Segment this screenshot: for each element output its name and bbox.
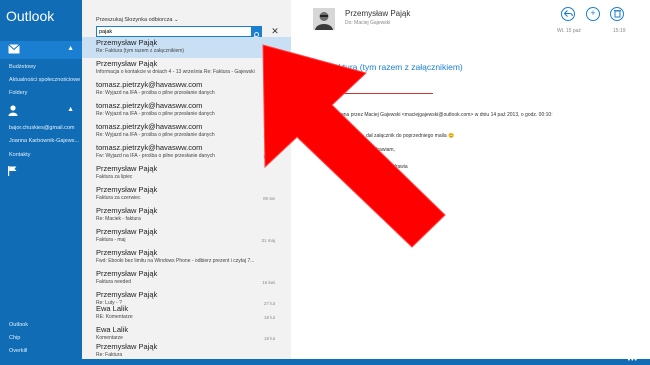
trash-icon	[613, 10, 621, 18]
delete-button[interactable]	[610, 7, 624, 21]
list-item[interactable]: tomasz.pietrzyk@havasww.com Fw: Wyjazd n…	[82, 142, 291, 163]
message-subject: Re: Wyjazd na IFA - prośba o pilne przes…	[96, 90, 215, 96]
reading-pane: Przemysław Pająk Do: Maciej Gajewski Wt.…	[291, 0, 650, 365]
list-item[interactable]: Przemysław Pająk Faktura - maj 31 maj	[82, 226, 291, 247]
list-item[interactable]: Przemysław Pająk Informacja o kontakcie …	[82, 58, 291, 79]
reply-icon	[563, 10, 573, 17]
message-date: 31 maj	[261, 238, 275, 243]
list-item[interactable]: tomasz.pietrzyk@havasww.com Re: Wyjazd n…	[82, 79, 291, 100]
mail-icon	[8, 44, 20, 54]
message-subject: Re: Maciek - faktura	[96, 216, 141, 222]
list-item[interactable]: tomasz.pietrzyk@havasww.com Re: Wyjazd n…	[82, 121, 291, 142]
message-sender: Ewa Lalik	[96, 304, 129, 313]
message-body-line: Maciej	[366, 153, 381, 159]
message-sender: Przemysław Pająk	[96, 248, 158, 257]
message-subject: Re: Wyjazd na IFA - prośba o pilne przes…	[96, 132, 215, 138]
message-subject-title: Re: Faktura (tym razem z załącznikiem)	[313, 62, 463, 72]
new-message-button[interactable]: +	[586, 7, 600, 21]
message-subject: Fwd: Ebooki bez limitu na Windows Phone …	[96, 258, 255, 264]
message-sender: Przemysław Pająk	[96, 185, 158, 194]
respond-button[interactable]	[561, 7, 575, 21]
message-subject: Faktura needed	[96, 279, 132, 285]
more-options-icon[interactable]: •••	[628, 357, 638, 364]
message-time: 15:19	[613, 28, 626, 34]
nav-item-social-updates[interactable]: Aktualności społecznościowe	[9, 77, 80, 83]
message-sender: Przemysław Pająk	[96, 269, 158, 278]
message-sender: Przemysław Pająk	[96, 59, 158, 68]
message-sender: tomasz.pietrzyk@havasww.com	[96, 143, 203, 152]
outlook-app-window: Outlook ▲ Budżetowy Aktualności społeczn…	[0, 0, 650, 365]
message-subject: Re: Wyjazd na IFA - prośba o pilne przes…	[96, 111, 215, 117]
message-sender: Przemysław Pająk	[96, 290, 158, 299]
app-bar[interactable]: •••	[0, 357, 650, 365]
list-item[interactable]: Przemysław Pająk Faktura needed 16 kwi	[82, 268, 291, 289]
list-item[interactable]: Przemysław Pająk Re: Maciek - faktura	[82, 205, 291, 226]
message-list-pane: Przeszukaj Skrzynka odbiorcza ⌄ ✕ Przemy…	[82, 0, 291, 365]
nav-bottom-chip[interactable]: Chip	[9, 335, 20, 341]
message-sender: tomasz.pietrzyk@havasww.com	[96, 122, 203, 131]
flag-icon[interactable]	[8, 166, 17, 176]
message-date: 18 lut	[263, 315, 275, 320]
person-photo-icon	[313, 8, 335, 30]
list-item[interactable]: Przemysław Pająk Faktura za czerwiec 09 …	[82, 184, 291, 205]
list-item[interactable]: Przemysław Pająk Fwd: Ebooki bez limitu …	[82, 247, 291, 268]
people-section-header[interactable]: ▲	[0, 102, 82, 120]
message-body-line: Proszę wykonana,	[313, 80, 354, 86]
collapse-chevron-icon[interactable]: ▲	[67, 45, 74, 52]
account-joanna[interactable]: Joanna Karbownik-Gajews...	[9, 138, 79, 144]
message-date: 26 sie	[262, 91, 275, 96]
message-sender: Przemysław Pająk	[96, 342, 158, 351]
list-item[interactable]: tomasz.pietrzyk@havasww.com Re: Wyjazd n…	[82, 100, 291, 121]
plus-icon: +	[590, 8, 596, 18]
collapse-chevron-icon[interactable]: ▲	[67, 106, 74, 113]
message-date: 16 kwi	[262, 280, 275, 285]
message-subject: Fw: Wyjazd na IFA - prośba o pilne przes…	[96, 153, 215, 159]
message-recipient: Do: Maciej Gajewski	[345, 20, 391, 26]
list-item[interactable]: Przemysław Pająk Re: Faktura (tym razem …	[82, 37, 291, 58]
message-body-line: dał załącznik do poprzedniego maila 😊	[366, 133, 455, 139]
message-subject: Faktura za czerwiec	[96, 195, 141, 201]
message-date: 14 sie	[262, 133, 275, 138]
mail-section-header[interactable]: ▲	[0, 41, 82, 59]
account-gmail[interactable]: bajor.chuskies@gmail.com	[9, 125, 75, 131]
message-date: 14 sie	[262, 112, 275, 117]
message-date: Wt. 15 paź	[557, 28, 581, 34]
search-input[interactable]	[99, 27, 249, 36]
message-sender: Przemysław Pająk	[96, 38, 158, 47]
message-subject: Re: Faktura	[96, 352, 123, 358]
message-sender-name[interactable]: Przemysław Pająk	[345, 9, 410, 18]
search-button[interactable]	[251, 27, 261, 39]
message-subject: Faktura za lipiec	[96, 174, 133, 180]
search-box[interactable]	[96, 26, 262, 39]
person-icon	[8, 105, 18, 116]
message-sender: Przemysław Pająk	[96, 227, 158, 236]
nav-bottom-outlook[interactable]: Outlook	[9, 322, 28, 328]
message-sender: tomasz.pietrzyk@havasww.com	[96, 80, 203, 89]
nav-item-contacts[interactable]: Kontakty	[9, 152, 30, 158]
nav-item-folders[interactable]: Foldery	[9, 90, 27, 96]
quote-separator	[313, 93, 433, 94]
message-sender: Ewa Lalik	[96, 325, 129, 334]
message-subject: Informacja o kontakcie w dniach 4 - 13 w…	[96, 69, 255, 75]
message-subject: Faktura - maj	[96, 237, 126, 243]
message-date: 09 sie	[262, 196, 275, 201]
app-title: Outlook	[6, 8, 55, 24]
message-subject: Re: Faktura (tym razem z załącznikiem)	[96, 48, 185, 54]
search-scope-dropdown[interactable]: Przeszukaj Skrzynka odbiorcza ⌄	[96, 17, 179, 23]
navigation-pane: Outlook ▲ Budżetowy Aktualności społeczn…	[0, 0, 82, 365]
sender-avatar	[313, 8, 335, 30]
message-body-line: ana przez Maciej Gajewski <maciejgajewsk…	[341, 112, 553, 118]
message-sender: Przemysław Pająk	[96, 206, 158, 215]
nav-bottom-overkill[interactable]: Overkill	[9, 348, 27, 354]
list-item[interactable]: Przemysław Pająk Faktura za lipiec	[82, 163, 291, 184]
message-body-line: -Maciek pozdrawia	[366, 164, 408, 170]
close-search-icon[interactable]: ✕	[271, 26, 279, 36]
message-date: 14 sie	[262, 154, 275, 159]
message-sender: Przemysław Pająk	[96, 164, 158, 173]
list-item[interactable]: Ewa Lalik RE: Komentarze 18 lut	[82, 303, 291, 324]
nav-item-budzetowy[interactable]: Budżetowy	[9, 64, 36, 70]
message-sender: tomasz.pietrzyk@havasww.com	[96, 101, 203, 110]
message-subject: RE: Komentarze	[96, 314, 133, 320]
